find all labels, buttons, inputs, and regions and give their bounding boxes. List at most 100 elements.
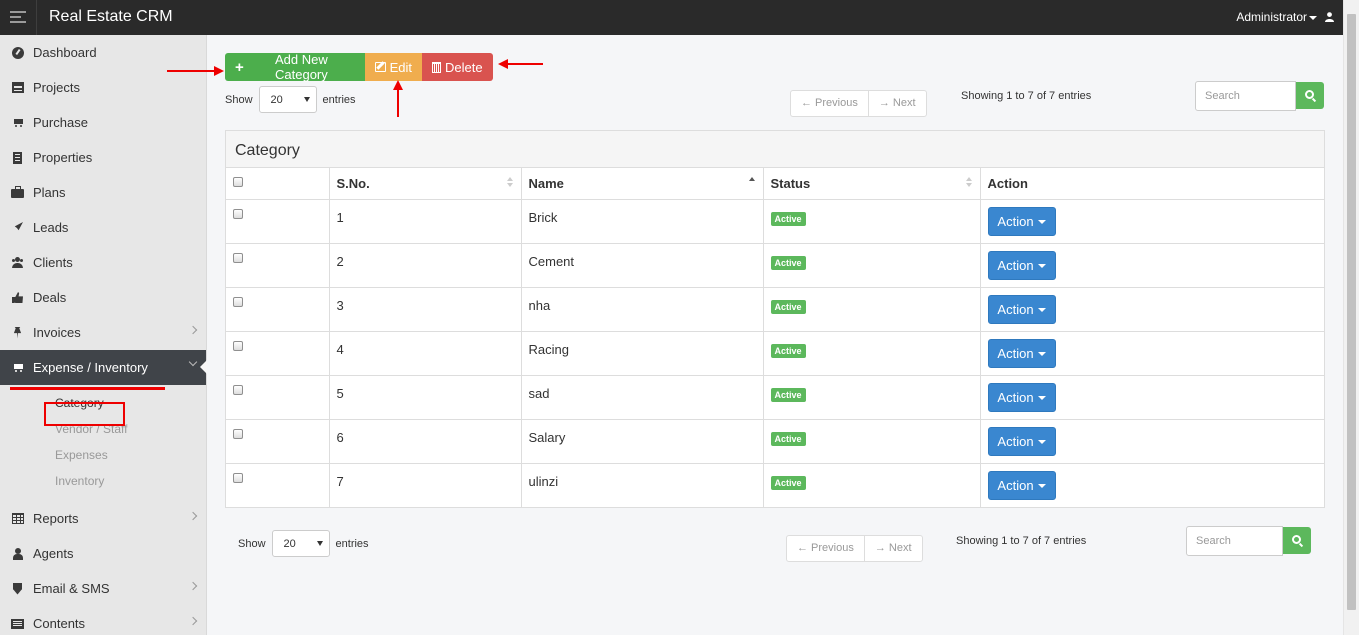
cell-status: Active: [763, 331, 981, 376]
sidebar-item-label: Deals: [33, 290, 67, 305]
row-checkbox[interactable]: [233, 253, 243, 263]
user-menu[interactable]: Administrator: [1236, 10, 1334, 24]
sidebar-item-plans[interactable]: Plans: [0, 175, 206, 210]
table-row: 4 Racing Active Action: [226, 331, 1325, 376]
entries-label: entries: [335, 537, 369, 550]
sidebar-item-clients[interactable]: Clients: [0, 245, 206, 280]
sort-asc-icon: [748, 177, 755, 183]
select-all-checkbox[interactable]: [233, 177, 243, 187]
sidebar-item-purchase[interactable]: Purchase: [0, 105, 206, 140]
page-length-value: 20: [270, 93, 283, 106]
vertical-scrollbar[interactable]: [1343, 0, 1359, 635]
action-dropdown-button[interactable]: Action: [987, 251, 1056, 280]
sidebar-item-agents[interactable]: Agents: [0, 536, 206, 571]
cell-name: Racing: [521, 331, 764, 376]
sidebar-item-reports[interactable]: Reports: [0, 501, 206, 536]
status-badge: Active: [770, 256, 806, 270]
caret-down-icon: [1037, 439, 1046, 444]
pin-icon: [11, 326, 24, 339]
users-icon: [11, 257, 24, 269]
pagination-top: ← Previous → Next: [790, 90, 927, 117]
newspaper-icon: [11, 618, 24, 630]
select-all-cell: [226, 168, 330, 200]
cell-sno: 2: [329, 243, 522, 288]
sidebar-item-deals[interactable]: Deals: [0, 280, 206, 315]
cell-sno: 3: [329, 287, 522, 332]
sidebar-item-label: Invoices: [33, 325, 81, 340]
status-badge: Active: [770, 344, 806, 358]
dashboard-icon: [11, 46, 24, 59]
column-header-sno[interactable]: S.No.: [329, 168, 522, 200]
next-page-button[interactable]: → Next: [867, 91, 926, 116]
action-dropdown-button[interactable]: Action: [987, 427, 1056, 456]
edit-label: Edit: [389, 59, 412, 75]
entries-label: entries: [322, 93, 356, 106]
sidebar-item-projects[interactable]: Projects: [0, 70, 206, 105]
cell-action: Action: [980, 375, 1325, 420]
action-dropdown-button[interactable]: Action: [987, 207, 1056, 236]
submenu-item-expenses[interactable]: Expenses: [0, 442, 206, 468]
column-label: Action: [987, 176, 1028, 191]
cell-status: Active: [763, 287, 981, 332]
building-icon: [11, 151, 24, 164]
page-length-select[interactable]: 20: [258, 86, 317, 113]
sidebar-item-label: Plans: [33, 185, 66, 200]
panel-title: Category: [226, 131, 1324, 168]
next-page-button[interactable]: → Next: [863, 536, 922, 561]
sidebar-item-leads[interactable]: Leads: [0, 210, 206, 245]
sort-icon: [965, 177, 972, 187]
cell-sno: 4: [329, 331, 522, 376]
annotation-arrow-shaft: [167, 70, 217, 72]
row-checkbox[interactable]: [233, 297, 243, 307]
sidebar-item-contents[interactable]: Contents: [0, 606, 206, 635]
sidebar-item-invoices[interactable]: Invoices: [0, 315, 206, 350]
cell-status: Active: [763, 375, 981, 420]
menu-toggle-icon[interactable]: [10, 11, 26, 24]
previous-page-button[interactable]: ← Previous: [787, 536, 864, 561]
cell-sno: 1: [329, 199, 522, 244]
column-label: Status: [770, 176, 811, 191]
edit-button[interactable]: Edit: [365, 53, 422, 81]
search-input[interactable]: Search: [1195, 81, 1296, 111]
previous-page-button[interactable]: ← Previous: [791, 91, 868, 116]
sidebar-item-label: Email & SMS: [33, 581, 110, 596]
action-dropdown-button[interactable]: Action: [987, 383, 1056, 412]
sidebar-item-label: Contents: [33, 616, 86, 631]
search-button[interactable]: [1283, 527, 1311, 554]
column-header-name[interactable]: Name: [521, 168, 764, 200]
search-top: Search: [1195, 81, 1324, 111]
search-input[interactable]: Search: [1186, 526, 1283, 556]
cell-name: nha: [521, 287, 764, 332]
sort-icon: [506, 177, 513, 187]
row-checkbox[interactable]: [233, 385, 243, 395]
page-length-select[interactable]: 20: [271, 530, 330, 557]
show-label: Show: [238, 537, 266, 550]
row-checkbox-cell: [226, 375, 330, 420]
annotation-arrow-up-icon: [393, 80, 403, 90]
annotation-arrow-right-icon: [214, 66, 224, 76]
cart-icon: [11, 117, 24, 129]
search-button[interactable]: [1296, 82, 1324, 109]
action-dropdown-button[interactable]: Action: [987, 471, 1056, 500]
sidebar-item-email-sms[interactable]: Email & SMS: [0, 571, 206, 606]
scrollbar-thumb[interactable]: [1347, 14, 1356, 610]
cell-sno: 5: [329, 375, 522, 420]
add-category-button[interactable]: + Add New Category: [225, 52, 365, 82]
action-dropdown-button[interactable]: Action: [987, 295, 1056, 324]
sidebar-item-label: Clients: [33, 255, 73, 270]
caret-down-icon: [1037, 263, 1046, 268]
sidebar-item-expense-inventory[interactable]: Expense / Inventory: [0, 350, 207, 385]
action-dropdown-button[interactable]: Action: [987, 339, 1056, 368]
row-checkbox[interactable]: [233, 209, 243, 219]
annotation-underline: [10, 387, 165, 390]
submenu-item-inventory[interactable]: Inventory: [0, 468, 206, 494]
table-row: 1 Brick Active Action: [226, 199, 1325, 244]
row-checkbox[interactable]: [233, 341, 243, 351]
caret-down-icon: [1309, 15, 1317, 20]
column-header-status[interactable]: Status: [763, 168, 981, 200]
sidebar-item-properties[interactable]: Properties: [0, 140, 206, 175]
sidebar-item-dashboard[interactable]: Dashboard: [0, 35, 206, 70]
row-checkbox[interactable]: [233, 429, 243, 439]
row-checkbox[interactable]: [233, 473, 243, 483]
delete-button[interactable]: Delete: [422, 53, 493, 81]
